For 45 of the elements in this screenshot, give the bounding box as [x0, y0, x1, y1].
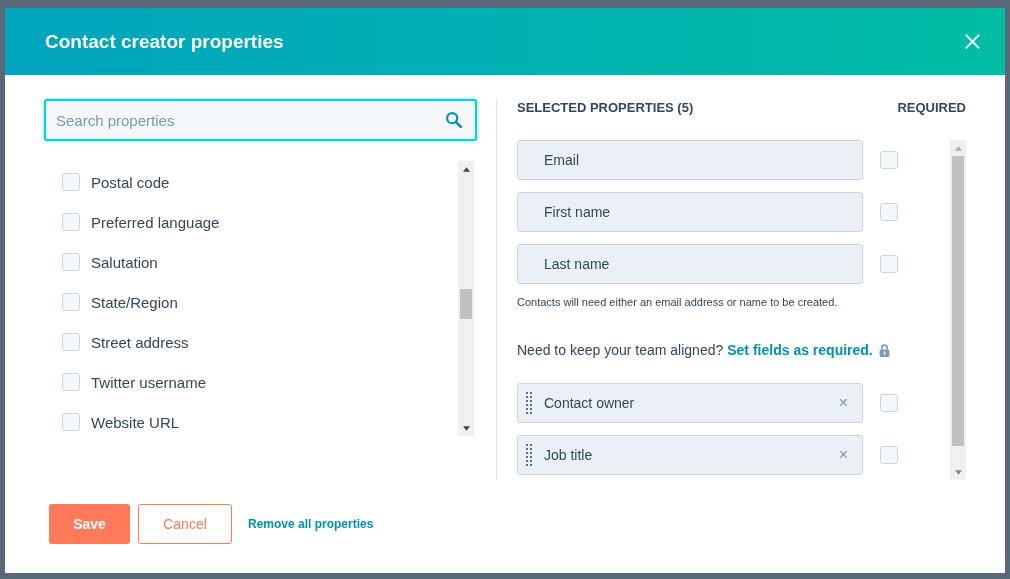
checkbox[interactable]	[62, 293, 80, 311]
property-chip[interactable]: Contact owner ×	[517, 383, 863, 423]
upsell-text: Need to keep your team aligned?	[517, 342, 724, 358]
checkbox[interactable]	[62, 373, 80, 391]
property-label: Twitter username	[91, 373, 207, 391]
checkbox[interactable]	[62, 173, 80, 191]
cancel-button[interactable]: Cancel	[138, 504, 232, 544]
save-button[interactable]: Save	[49, 504, 130, 544]
dialog-title: Contact creator properties	[45, 30, 284, 53]
search-icon[interactable]	[445, 111, 463, 129]
checkbox[interactable]	[880, 255, 898, 273]
property-chip: Last name	[517, 244, 863, 284]
drag-handle-icon[interactable]	[526, 444, 532, 466]
remove-icon[interactable]: ×	[838, 446, 848, 464]
checkbox[interactable]	[62, 253, 80, 271]
checkbox[interactable]	[62, 413, 80, 431]
upsell-link[interactable]: Set fields as required.	[727, 342, 873, 358]
scrollbar[interactable]	[458, 161, 474, 436]
checkbox[interactable]	[880, 203, 898, 221]
property-label: Salutation	[91, 253, 158, 271]
property-label: Street address	[91, 333, 189, 351]
checkbox[interactable]	[62, 333, 80, 351]
remove-all-link[interactable]: Remove all properties	[248, 517, 374, 531]
checkbox[interactable]	[880, 394, 898, 412]
checkbox[interactable]	[880, 151, 898, 169]
drag-handle-icon[interactable]	[526, 392, 532, 414]
property-label: Preferred language	[91, 213, 220, 231]
search-field[interactable]: Search properties	[44, 99, 477, 141]
lock-icon	[878, 343, 890, 357]
scrollbar[interactable]	[950, 140, 966, 480]
helper-text: Contacts will need either an email address or name to be created.	[517, 296, 839, 308]
property-label: Postal code	[91, 173, 170, 191]
section-heading: SELECTED PROPERTIES (5)	[517, 100, 694, 117]
close-icon[interactable]	[964, 33, 981, 50]
property-chip: Email	[517, 140, 863, 180]
property-chip: First name	[517, 192, 863, 232]
scroll-thumb[interactable]	[460, 289, 472, 319]
property-label: Website URL	[91, 413, 180, 431]
remove-icon[interactable]: ×	[838, 394, 848, 412]
property-chip[interactable]: Job title ×	[517, 435, 863, 475]
scroll-thumb[interactable]	[952, 156, 964, 446]
property-label: State/Region	[91, 293, 178, 311]
column-heading: REQUIRED	[897, 100, 966, 117]
checkbox[interactable]	[880, 446, 898, 464]
checkbox[interactable]	[62, 213, 80, 231]
